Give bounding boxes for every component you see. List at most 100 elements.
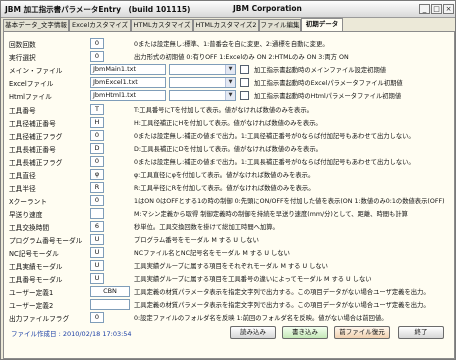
row-description: 1はON 0はOFFとする1の時の制御 0:先頭にON/OFFを付加した値を表示… [134,198,445,205]
row-tool-change-time: 工具交換時間 6 秒単位。工具交換回数を掛けて総加工時間へ加算。 [4,221,454,233]
load-button[interactable]: 読み込み [230,326,276,339]
row-description: H:工具径補正にHを付加して表示。値がなければ数値のみを表示。 [134,120,322,127]
row-label: プログラム番号モーダル [9,237,83,245]
row-label: 工具実績モーダル [9,263,63,271]
user-defined-2-field[interactable] [90,299,130,310]
row-label: 回数回数 [9,41,36,49]
row-label: 工具番号 [9,107,36,115]
radius-comp-flag-field[interactable]: 0 [90,130,104,141]
row-label: 実行選択 [9,54,36,62]
row-description: M:マシン定義から取得 制御定義時の制御を持続を早送り速度(mm/分)として、距… [134,211,408,218]
row-description: 工具実績グループに属する項目を工具番号の違いによってモーダル M する U しな… [134,276,372,283]
settings-panel: 回数回数 0 0または設定無し:標準、1:普番会を自に変更、2:通標を自動に変更… [3,31,455,359]
row-label: 早送り速度 [9,211,43,219]
length-comp-number-field[interactable]: D [90,143,104,154]
tool-number-field[interactable]: T [90,104,104,115]
company-name: JBM Corporation [233,4,302,13]
row-label: 出力ファイルフラグ [9,315,70,323]
output-select-field[interactable]: 0 [90,51,104,62]
row-label: 工具径補正番号 [9,120,56,128]
row-coolant: Xクーラント 0 1はON 0はOFFとする1の時の制御 0:先頭にON/OFF… [4,195,454,207]
excel-file-checkbox[interactable] [240,78,249,87]
row-label: 工具番号モーダル [9,276,63,284]
row-description: D:工具長補正にDを付加して表示。値がなければ数値のみを表示。 [134,146,322,153]
minimize-button[interactable]: _ [419,4,430,14]
rapid-speed-field[interactable] [90,208,104,219]
tool-radius-field[interactable]: R [90,182,104,193]
html-file-dropdown[interactable]: ▼ [169,90,236,101]
row-tool-record-modal: 工具実績モーダル U 工具実績グループに属する項目をそれぞれモーダル M する … [4,260,454,272]
chevron-down-icon[interactable]: ▼ [225,91,235,100]
row-label: Htmlファイル [9,93,52,101]
row-label: 工具直径 [9,172,36,180]
chevron-down-icon[interactable]: ▼ [225,78,235,87]
excel-file-field[interactable]: JbmExcel1.txt [90,77,166,88]
row-label: 工具交換時間 [9,224,50,232]
row-tool-radius: 工具半径 R R:工具半径にRを付加して表示。値がなければ数値のみを表示。 [4,182,454,194]
row-label: 工具半径 [9,185,36,193]
output-file-flag-field[interactable]: 0 [90,312,104,323]
exit-button[interactable]: 終了 [398,326,444,339]
row-label: メイン・ファイル [9,67,63,75]
main-file-checkbox[interactable] [240,65,249,74]
row-tool-diameter: 工具直径 φ φ:工具直径にφを付加して表示。値がなければ数値のみを表示。 [4,169,454,181]
radius-comp-number-field[interactable]: H [90,117,104,128]
main-file-dropdown[interactable]: ▼ [169,64,236,75]
row-description: 秒単位。工具交換回数を掛けて総加工時間へ加算。 [134,224,279,231]
count-mode-field[interactable]: 0 [90,38,104,49]
excel-file-dropdown[interactable]: ▼ [169,77,236,88]
row-description: 0または設定無し:補正の値まで出力。1:工具径補正番号が0ならば付加記号もあわせ… [134,133,415,140]
row-program-number-modal: プログラム番号モーダル U プログラム番号をモーダル M する U しない [4,234,454,246]
save-button[interactable]: 書き込み [282,326,328,339]
row-description: 加工指示書起動時のExcelパラメータファイル初期値 [254,80,403,87]
program-number-modal-field[interactable]: U [90,234,104,245]
row-description: 出力形式の初期値 0:有りOFF 1:Excelのみ ON 2:HTMLのみ O… [134,54,349,61]
restore-previous-file-button[interactable]: 前ファイル復元 [334,326,390,339]
row-excel-file: Excelファイル JbmExcel1.txt ▼ 加工指示書起動時のExcel… [4,77,454,89]
row-label: NC記号モーダル [9,250,59,258]
row-tool-radius-comp-flag: 工具径補正フラグ 0 0または設定無し:補正の値まで出力。1:工具径補正番号が0… [4,130,454,142]
row-description: φ:工具直径にφを付加して表示。値がなければ数値のみを表示。 [134,172,315,179]
tab-initial-data[interactable]: 初期データ [301,18,343,31]
row-html-file: Htmlファイル JbmHtml1.txt ▼ 加工指示書起動時のHtmlパラメ… [4,90,454,102]
tool-diameter-field[interactable]: φ [90,169,104,180]
length-comp-flag-field[interactable]: 0 [90,156,104,167]
tab-file-edit[interactable]: ファイル編集 [259,19,301,31]
nc-name-modal-field[interactable]: U [90,247,104,258]
row-tool-number: 工具番号 T T:工具番号にTを付加して表示。値がなければ数値のみを表示。 [4,104,454,116]
row-label: Xクーラント [9,198,48,206]
tool-record-modal-field[interactable]: U [90,260,104,271]
row-output-select: 実行選択 0 出力形式の初期値 0:有りOFF 1:Excelのみ ON 2:H… [4,51,454,63]
maximize-button[interactable]: □ [431,4,442,14]
row-description: 工具実績グループに属する項目をそれぞれモーダル M する U しない [134,263,328,270]
html-file-checkbox[interactable] [240,91,249,100]
tool-number-modal-field[interactable]: U [90,273,104,284]
app-window: JBM 加工指示書パラメータEntry (build 101115) JBM C… [0,0,456,360]
chevron-down-icon[interactable]: ▼ [225,65,235,74]
file-created-date: ファイル作成日 : 2010/02/18 17:03:54 [11,330,132,338]
row-tool-number-modal: 工具番号モーダル U 工具実績グループに属する項目を工具番号の違いによってモーダ… [4,273,454,285]
close-button[interactable]: × [443,4,454,14]
row-count-mode: 回数回数 0 0または設定無し:標準、1:普番会を自に変更、2:通標を自動に変更… [4,38,454,50]
row-description: 工具定義の材質パラメータ表示を指定文字列で出力する。この項目データがない場合ユー… [134,302,430,309]
user-defined-1-field[interactable]: CBN [90,286,130,297]
row-output-file-flag: 出力ファイルフラグ 0 0:設定ファイルのフォルダ名を反映 1:前回のフォルダ名… [4,312,454,324]
row-label: 工具長補正番号 [9,146,56,154]
tool-change-time-field[interactable]: 6 [90,221,104,232]
row-description: 0:設定ファイルのフォルダ名を反映 1:前回のフォルダ名を反映。値がない場合は前… [134,315,388,322]
coolant-field[interactable]: 0 [90,195,104,206]
main-file-field[interactable]: JbmMain1.txt [90,64,166,75]
row-label: Excelファイル [9,80,54,88]
row-description: 0または設定無し:補正の値まで出力。1:工具長補正番号が0ならば付加記号もあわせ… [134,159,415,166]
tab-html-customize[interactable]: HTMLカスタマイズ [131,19,193,31]
row-label: ユーザー定義1 [9,289,54,297]
row-tool-length-comp-flag: 工具長補正フラグ 0 0または設定無し:補正の値まで出力。1:工具長補正番号が0… [4,156,454,168]
html-file-field[interactable]: JbmHtml1.txt [90,90,166,101]
tab-excel-customize[interactable]: Excelカスタマイズ [69,19,131,31]
row-description: 工具定義の材質パラメータ表示を指定文字列で出力する。この項目データがない場合ユー… [134,289,430,296]
row-main-file: メイン・ファイル JbmMain1.txt ▼ 加工指示書起動時のメインファイル… [4,64,454,76]
tab-html-customize-2[interactable]: HTMLカスタマイズ2 [193,19,259,31]
row-description: T:工具番号にTを付加して表示。値がなければ数値のみを表示。 [134,107,313,114]
title-bar[interactable]: JBM 加工指示書パラメータEntry (build 101115) JBM C… [1,1,455,18]
tab-basic-data[interactable]: 基本データ_文字情報 [3,19,69,31]
